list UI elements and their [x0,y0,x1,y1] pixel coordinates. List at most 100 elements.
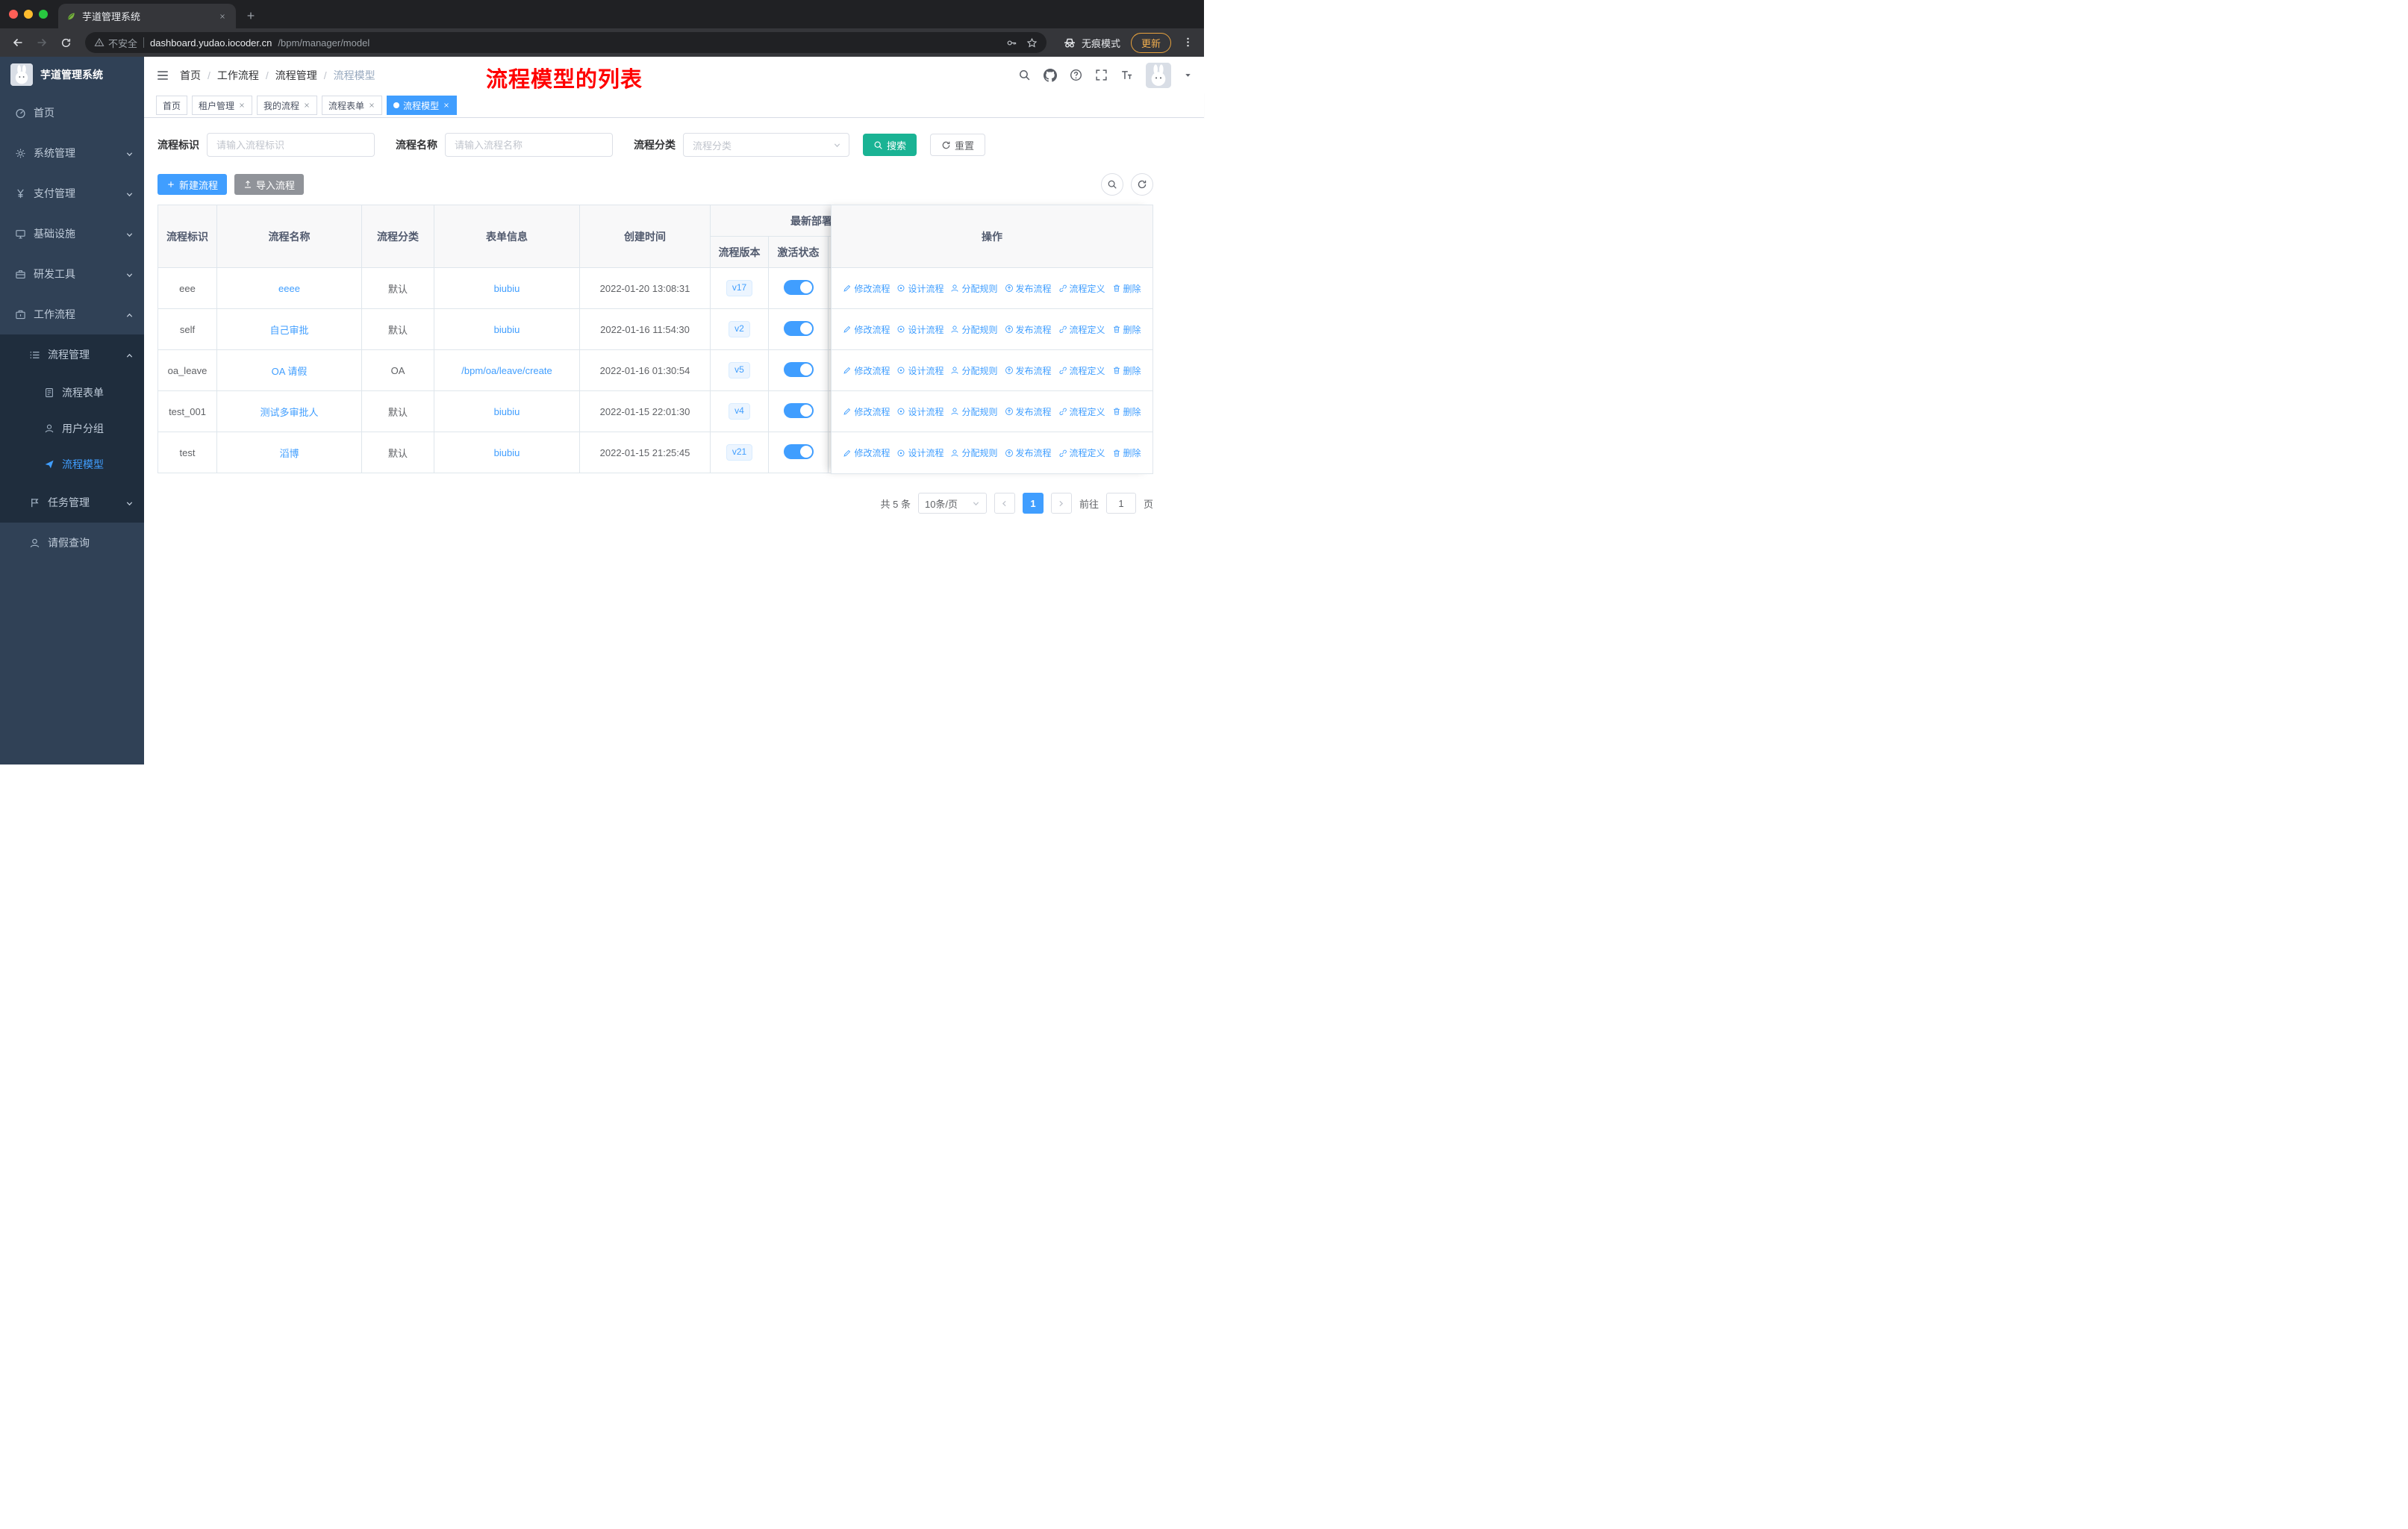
publish-process-link[interactable]: 发布流程 [1005,364,1052,377]
breadcrumb-process-mgmt[interactable]: 流程管理 [275,68,317,83]
browser-menu-icon[interactable] [1179,36,1197,49]
design-process-link[interactable]: 设计流程 [896,282,943,295]
process-definition-link[interactable]: 流程定义 [1058,446,1105,459]
sidebar-item-user-group[interactable]: 用户分组 [0,411,144,446]
new-tab-button[interactable] [240,5,261,26]
publish-process-link[interactable]: 发布流程 [1005,446,1052,459]
sidebar-item-devtools[interactable]: 研发工具 [0,254,144,294]
process-definition-link[interactable]: 流程定义 [1058,364,1105,377]
refresh-table-button[interactable] [1131,173,1153,196]
delete-process-link[interactable]: 删除 [1112,323,1141,336]
reload-button[interactable] [55,32,76,53]
sidebar-item-process-mgmt[interactable]: 流程管理 [0,334,144,375]
version-badge[interactable]: v2 [729,321,750,337]
process-key-input[interactable] [207,133,375,157]
design-process-link[interactable]: 设计流程 [896,405,943,418]
modify-process-link[interactable]: 修改流程 [843,446,890,459]
publish-process-link[interactable]: 发布流程 [1005,282,1052,295]
app-logo[interactable]: 芋道管理系统 [0,57,144,93]
sidebar-item-infra[interactable]: 基础设施 [0,214,144,254]
reset-button[interactable]: 重置 [930,134,986,156]
process-name-input[interactable] [445,133,613,157]
browser-tab[interactable]: 芋道管理系统 [58,4,236,28]
process-name-link[interactable]: 滔博 [279,448,299,459]
modify-process-link[interactable]: 修改流程 [843,405,890,418]
assign-rule-link[interactable]: 分配规则 [950,364,998,377]
import-process-button[interactable]: 导入流程 [234,174,305,195]
tag-home[interactable]: 首页 [156,96,188,115]
sidebar-item-workflow[interactable]: 工作流程 [0,294,144,334]
github-icon[interactable] [1044,69,1057,82]
delete-process-link[interactable]: 删除 [1112,446,1141,459]
sidebar-item-process-model[interactable]: 流程模型 [0,446,144,482]
sidebar-item-process-form[interactable]: 流程表单 [0,375,144,411]
delete-process-link[interactable]: 删除 [1112,282,1141,295]
window-zoom-button[interactable] [39,10,48,19]
active-toggle[interactable] [783,361,814,377]
process-name-link[interactable]: OA 请假 [272,366,308,377]
assign-rule-link[interactable]: 分配规则 [950,282,998,295]
tag-close-icon[interactable] [238,102,246,109]
process-name-link[interactable]: eeee [278,283,300,294]
form-link[interactable]: biubiu [494,406,520,417]
help-icon[interactable] [1070,69,1082,81]
goto-page-input[interactable] [1105,493,1136,514]
process-definition-link[interactable]: 流程定义 [1058,405,1105,418]
sidebar-item-home[interactable]: 首页 [0,93,144,133]
assign-rule-link[interactable]: 分配规则 [950,323,998,336]
active-toggle[interactable] [783,320,814,336]
security-indicator[interactable]: 不安全 [94,36,137,50]
sidebar-item-task-mgmt[interactable]: 任务管理 [0,482,144,523]
tag-close-icon[interactable] [303,102,311,109]
active-toggle[interactable] [783,443,814,459]
tag-close-icon[interactable] [443,102,450,109]
assign-rule-link[interactable]: 分配规则 [950,405,998,418]
page-size-select[interactable]: 10条/页 [917,493,987,514]
current-page-button[interactable]: 1 [1022,493,1044,514]
tag-process-form[interactable]: 流程表单 [322,96,383,115]
design-process-link[interactable]: 设计流程 [896,323,943,336]
window-close-button[interactable] [9,10,18,19]
design-process-link[interactable]: 设计流程 [896,446,943,459]
url-bar[interactable]: 不安全 dashboard.yudao.iocoder.cn/bpm/manag… [85,32,1047,53]
toggle-search-button[interactable] [1101,173,1123,196]
bookmark-star-icon[interactable] [1026,37,1038,49]
active-toggle[interactable] [783,402,814,418]
fullscreen-icon[interactable] [1095,69,1108,81]
window-minimize-button[interactable] [24,10,33,19]
form-link[interactable]: biubiu [494,283,520,294]
breadcrumb-home[interactable]: 首页 [180,68,201,83]
modify-process-link[interactable]: 修改流程 [843,323,890,336]
key-icon[interactable] [1006,37,1017,49]
sidebar-collapse-icon[interactable] [156,69,169,82]
modify-process-link[interactable]: 修改流程 [843,364,890,377]
version-badge[interactable]: v17 [726,280,753,296]
form-link[interactable]: biubiu [494,447,520,458]
design-process-link[interactable]: 设计流程 [896,364,943,377]
publish-process-link[interactable]: 发布流程 [1005,323,1052,336]
create-process-button[interactable]: 新建流程 [157,174,228,195]
form-link[interactable]: /bpm/oa/leave/create [461,365,552,376]
version-badge[interactable]: v21 [726,444,753,461]
process-definition-link[interactable]: 流程定义 [1058,323,1105,336]
sidebar-item-payment[interactable]: 支付管理 [0,173,144,214]
publish-process-link[interactable]: 发布流程 [1005,405,1052,418]
prev-page-button[interactable] [994,493,1015,514]
next-page-button[interactable] [1050,493,1072,514]
search-button[interactable]: 搜索 [863,134,917,156]
form-link[interactable]: biubiu [494,324,520,335]
chrome-update-button[interactable]: 更新 [1130,32,1171,53]
user-avatar[interactable] [1146,62,1171,88]
tag-close-icon[interactable] [368,102,375,109]
category-select[interactable]: 流程分类 [683,133,849,157]
version-badge[interactable]: v5 [729,362,750,379]
delete-process-link[interactable]: 删除 [1112,364,1141,377]
forward-button[interactable] [31,32,52,53]
version-badge[interactable]: v4 [729,403,750,420]
tag-my-process[interactable]: 我的流程 [257,96,318,115]
process-definition-link[interactable]: 流程定义 [1058,282,1105,295]
sidebar-item-leave-query[interactable]: 请假查询 [0,523,144,563]
tag-process-model[interactable]: 流程模型 [387,96,458,115]
font-size-icon[interactable] [1120,69,1133,81]
back-button[interactable] [7,32,28,53]
